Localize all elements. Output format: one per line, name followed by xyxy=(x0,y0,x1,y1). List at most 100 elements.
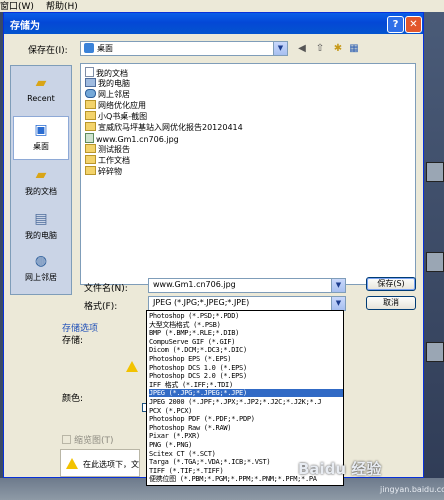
help-button[interactable]: ? xyxy=(387,16,404,33)
place-my-documents[interactable]: ▰ 我的文档 xyxy=(13,162,69,206)
color-label: 颜色: xyxy=(62,394,84,404)
place-label: 我的文档 xyxy=(25,187,57,196)
back-icon[interactable]: ◀ xyxy=(296,43,308,55)
folder-icon xyxy=(85,122,96,131)
warning-message-box: 在此选项下，文 xyxy=(60,449,140,477)
place-desktop[interactable]: ▣ 桌面 xyxy=(13,116,69,160)
format-option[interactable]: PNG (*.PNG) xyxy=(149,441,343,449)
background-panel-right xyxy=(424,12,444,500)
format-option[interactable]: Photoshop EPS (*.EPS) xyxy=(149,355,343,363)
file-name: www.Gm1.cn706.jpg xyxy=(96,135,179,144)
recent-folder-icon: ▰ xyxy=(35,75,47,91)
format-option[interactable]: IFF 格式 (*.IFF;*.TDI) xyxy=(149,381,343,389)
place-recent[interactable]: ▰ Recent xyxy=(13,70,69,114)
chevron-down-icon[interactable]: ▼ xyxy=(331,297,345,310)
file-list[interactable]: 我的文档 我的电脑 网上邻居 网络优化应用 小Q书桌-截图 宣威欣马坪基站入网优… xyxy=(80,63,416,285)
filename-value: www.Gm1.cn706.jpg xyxy=(153,280,236,289)
file-name: 我的电脑 xyxy=(98,79,130,88)
folder-icon xyxy=(85,111,96,120)
chevron-down-icon[interactable]: ▼ xyxy=(331,279,345,292)
warning-icon xyxy=(126,361,138,372)
format-option[interactable]: Photoshop DCS 1.0 (*.EPS) xyxy=(149,364,343,372)
save-label: 存储: xyxy=(62,336,84,346)
list-item[interactable]: 网上邻居 xyxy=(85,89,130,100)
format-option[interactable]: 大型文档格式 (*.PSB) xyxy=(149,321,343,329)
folder-icon xyxy=(85,100,96,109)
format-option-selected[interactable]: JPEG (*.JPG;*.JPEG;*.JPE) xyxy=(149,389,343,398)
network-icon xyxy=(85,89,96,98)
format-option[interactable]: JPEG 2000 (*.JPF;*.JPX;*.JP2;*.J2C;*.J2K… xyxy=(149,398,343,406)
list-item[interactable]: www.Gm1.cn706.jpg xyxy=(85,133,179,144)
format-option[interactable]: Photoshop Raw (*.RAW) xyxy=(149,424,343,432)
save-button[interactable]: 保存(S) xyxy=(366,277,416,291)
file-name: 碎碎物 xyxy=(98,167,122,176)
format-option[interactable]: Pixar (*.PXR) xyxy=(149,432,343,440)
format-select[interactable]: JPEG (*.JPG;*.JPEG;*.JPE) ▼ xyxy=(148,296,346,311)
format-option[interactable]: Scitex CT (*.SCT) xyxy=(149,450,343,458)
place-label: 我的电脑 xyxy=(25,231,57,240)
file-name: 网上邻居 xyxy=(98,90,130,99)
watermark-logo: Baidu 经验 xyxy=(298,460,382,478)
view-menu-icon[interactable]: ▦ xyxy=(348,43,360,55)
network-icon: ◍ xyxy=(34,253,48,269)
place-network[interactable]: ◍ 网上邻居 xyxy=(13,248,69,292)
file-name: 工作文档 xyxy=(98,156,130,165)
format-label: 格式(F): xyxy=(84,302,118,312)
watermark-url: jingyan.baidu.com xyxy=(380,485,444,494)
list-item[interactable]: 碎碎物 xyxy=(85,166,122,177)
panel-thumbnail xyxy=(426,342,444,362)
list-item[interactable]: 我的文档 xyxy=(85,67,128,78)
folder-icon xyxy=(85,155,96,164)
image-file-icon xyxy=(85,133,94,143)
my-computer-icon: ▤ xyxy=(34,211,48,227)
folder-icon xyxy=(85,144,96,153)
list-item[interactable]: 我的电脑 xyxy=(85,78,130,89)
dialog-title: 存储为 xyxy=(10,21,40,32)
list-item[interactable]: 网络优化应用 xyxy=(85,100,146,111)
panel-thumbnail xyxy=(426,162,444,182)
place-label: 网上邻居 xyxy=(25,273,57,282)
format-option[interactable]: Photoshop PDF (*.PDF;*.PDP) xyxy=(149,415,343,423)
format-option[interactable]: Photoshop (*.PSD;*.PDD) xyxy=(149,312,343,320)
thumbnail-checkbox[interactable] xyxy=(62,435,71,444)
save-in-value: 桌面 xyxy=(97,44,113,53)
menu-window[interactable]: 窗口(W) xyxy=(0,0,34,12)
file-name: 小Q书桌-截图 xyxy=(98,112,148,121)
close-button[interactable]: ✕ xyxy=(405,16,422,33)
computer-icon xyxy=(85,78,96,87)
filename-label: 文件名(N): xyxy=(84,284,128,294)
warning-icon xyxy=(66,458,78,469)
chevron-down-icon[interactable]: ▼ xyxy=(273,42,287,55)
format-option[interactable]: PCX (*.PCX) xyxy=(149,407,343,415)
dialog-titlebar[interactable]: 存储为 ? ✕ xyxy=(4,13,423,34)
format-option[interactable]: CompuServe GIF (*.GIF) xyxy=(149,338,343,346)
list-item[interactable]: 测试报告 xyxy=(85,144,130,155)
list-item[interactable]: 小Q书桌-截图 xyxy=(85,111,147,122)
up-folder-icon[interactable]: ⇧ xyxy=(314,43,326,55)
folder-icon xyxy=(85,166,96,175)
place-label: 桌面 xyxy=(33,142,49,151)
new-folder-icon[interactable]: ✱ xyxy=(332,43,344,55)
cancel-button[interactable]: 取消 xyxy=(366,296,416,310)
file-name: 网络优化应用 xyxy=(98,101,146,110)
format-option[interactable]: BMP (*.BMP;*.RLE;*.DIB) xyxy=(149,329,343,337)
document-icon xyxy=(85,67,94,77)
list-item[interactable]: 工作文档 xyxy=(85,155,130,166)
file-name: 宣威欣马坪基站入网优化报告20120414 xyxy=(98,123,243,132)
save-in-label: 保存在(I): xyxy=(28,46,68,56)
file-name: 测试报告 xyxy=(98,145,130,154)
place-my-computer[interactable]: ▤ 我的电脑 xyxy=(13,206,69,250)
save-in-select[interactable]: 桌面 ▼ xyxy=(80,41,288,56)
desktop-icon: ▣ xyxy=(34,122,48,138)
format-option[interactable]: Dicom (*.DCM;*.DC3;*.DIC) xyxy=(149,346,343,354)
list-item[interactable]: 宣威欣马坪基站入网优化报告20120414 xyxy=(85,122,243,133)
menu-help[interactable]: 帮助(H) xyxy=(46,0,78,12)
format-value: JPEG (*.JPG;*.JPEG;*.JPE) xyxy=(153,298,250,307)
place-label: Recent xyxy=(27,94,55,103)
places-bar: ▰ Recent ▣ 桌面 ▰ 我的文档 ▤ 我的电脑 ◍ 网上邻居 xyxy=(10,65,72,295)
format-option[interactable]: Photoshop DCS 2.0 (*.EPS) xyxy=(149,372,343,380)
panel-thumbnail xyxy=(426,252,444,272)
filename-input[interactable]: www.Gm1.cn706.jpg ▼ xyxy=(148,278,346,293)
desktop-icon xyxy=(84,43,94,53)
warning-text: 在此选项下，文 xyxy=(83,460,139,469)
